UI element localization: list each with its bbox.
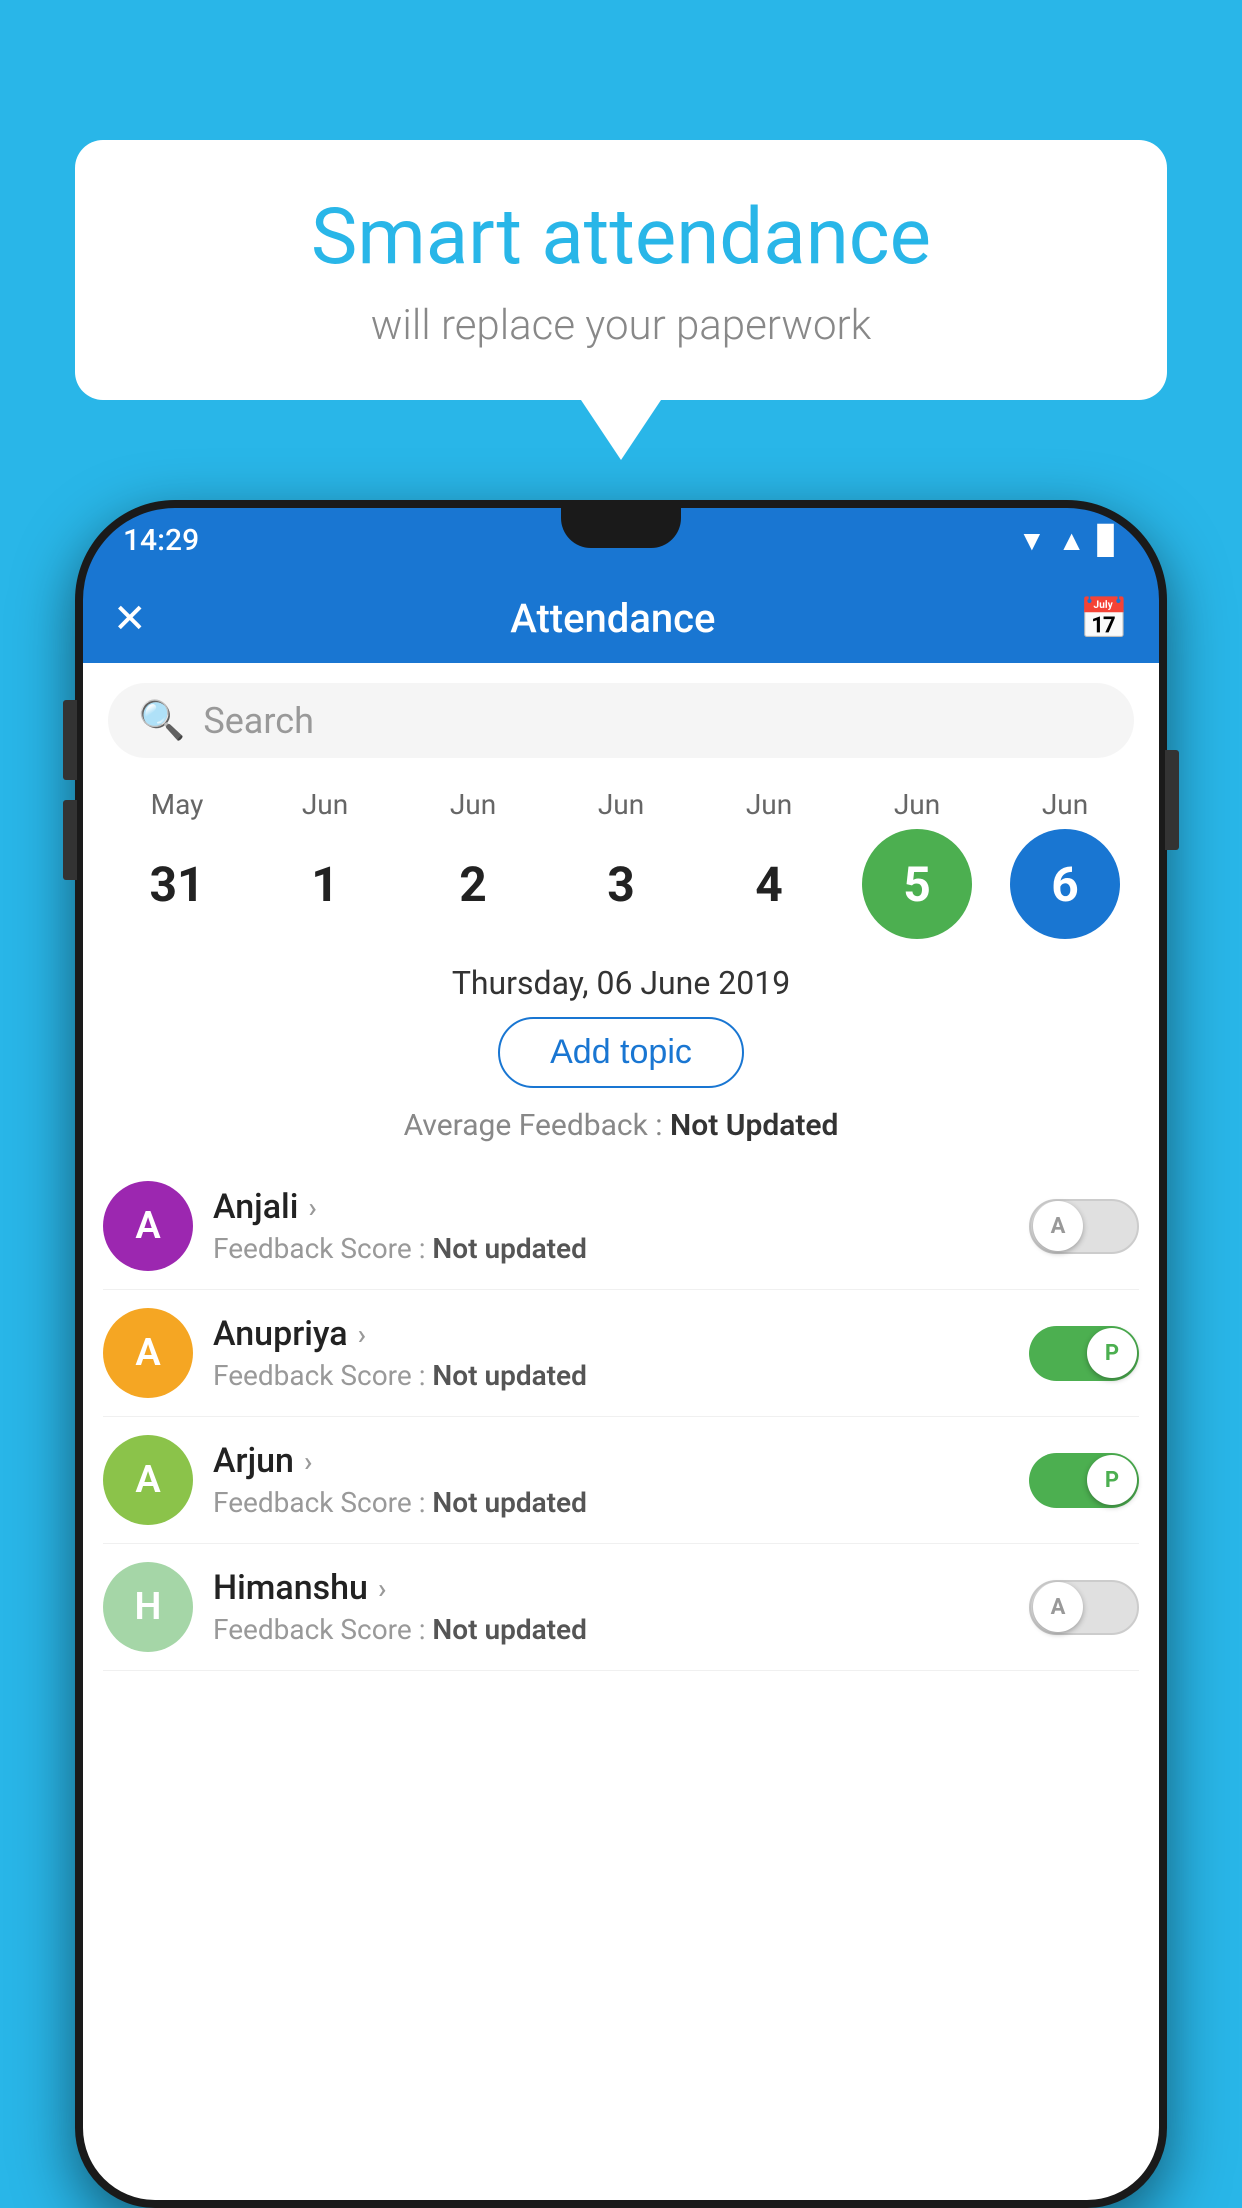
cal-date-label: 31 <box>122 829 232 939</box>
status-bar: 14:29 ▼ ▲ ▊ <box>83 508 1159 573</box>
phone-screen: 14:29 ▼ ▲ ▊ ✕ Attendance 📅 🔍 Search May 3… <box>83 508 1159 2200</box>
student-list: AAnjali ›Feedback Score : Not updatedAAA… <box>83 1163 1159 1671</box>
bubble-title: Smart attendance <box>135 195 1107 281</box>
attendance-toggle[interactable]: A <box>1029 1580 1139 1635</box>
phone-notch <box>561 508 681 548</box>
cal-month-label: Jun <box>598 788 644 821</box>
status-time: 14:29 <box>123 523 199 558</box>
student-avatar: A <box>103 1308 193 1398</box>
calendar-button[interactable]: 📅 <box>1079 595 1129 642</box>
cal-date-label: 4 <box>714 829 824 939</box>
wifi-icon: ▼ <box>1018 524 1046 557</box>
student-feedback-score: Feedback Score : Not updated <box>213 1486 1029 1519</box>
student-feedback-score: Feedback Score : Not updated <box>213 1232 1029 1265</box>
chevron-right-icon: › <box>358 1318 366 1351</box>
avg-feedback-value: Not Updated <box>670 1108 838 1143</box>
avg-feedback-label: Average Feedback : <box>404 1108 663 1143</box>
toggle-knob: P <box>1087 1455 1137 1505</box>
cal-date-label: 1 <box>270 829 380 939</box>
close-button[interactable]: ✕ <box>113 595 147 642</box>
bubble-subtitle: will replace your paperwork <box>135 301 1107 350</box>
cal-date-label: 2 <box>418 829 528 939</box>
add-topic-button[interactable]: Add topic <box>498 1017 744 1088</box>
phone-frame: 14:29 ▼ ▲ ▊ ✕ Attendance 📅 🔍 Search May 3… <box>75 500 1167 2208</box>
cal-day-1[interactable]: Jun 1 <box>255 788 395 939</box>
cal-month-label: Jun <box>894 788 940 821</box>
student-item: H Himanshu › Feedback Score : Not updatedA <box>103 1544 1139 1671</box>
attendance-toggle[interactable]: P <box>1029 1326 1139 1381</box>
search-placeholder: Search <box>203 700 314 742</box>
student-info: Arjun › Feedback Score : Not updated <box>213 1441 1029 1519</box>
student-feedback-score: Feedback Score : Not updated <box>213 1359 1029 1392</box>
cal-month-label: May <box>151 788 204 821</box>
chevron-right-icon: › <box>308 1191 316 1224</box>
bubble-tail <box>581 400 661 460</box>
cal-date-label: 6 <box>1010 829 1120 939</box>
student-info: Anupriya › Feedback Score : Not updated <box>213 1314 1029 1392</box>
student-item: A Arjun › Feedback Score : Not updated P <box>103 1417 1139 1544</box>
app-title: Attendance <box>167 595 1060 642</box>
speech-bubble: Smart attendance will replace your paper… <box>75 140 1167 400</box>
status-icons: ▼ ▲ ▊ <box>1018 524 1119 557</box>
student-item: A Anupriya › Feedback Score : Not updated P <box>103 1290 1139 1417</box>
volume-down-button[interactable] <box>63 800 77 880</box>
attendance-toggle[interactable]: A <box>1029 1199 1139 1254</box>
student-name[interactable]: Arjun › <box>213 1441 1029 1481</box>
calendar-strip: May 31 Jun 1 Jun 2 Jun 3 Jun 4 Jun 5 Jun 6 <box>83 778 1159 939</box>
student-name[interactable]: Anupriya › <box>213 1314 1029 1354</box>
toggle-knob: A <box>1033 1582 1083 1632</box>
attendance-toggle[interactable]: P <box>1029 1453 1139 1508</box>
signal-icon: ▲ <box>1058 524 1086 557</box>
cal-month-label: Jun <box>1042 788 1088 821</box>
student-item: AAnjali ›Feedback Score : Not updatedA <box>103 1163 1139 1290</box>
speech-bubble-container: Smart attendance will replace your paper… <box>75 140 1167 460</box>
student-avatar: A <box>103 1435 193 1525</box>
toggle-knob: A <box>1033 1201 1083 1251</box>
chevron-right-icon: › <box>304 1445 312 1478</box>
selected-date-label: Thursday, 06 June 2019 <box>83 939 1159 1017</box>
volume-up-button[interactable] <box>63 700 77 780</box>
avg-feedback: Average Feedback : Not Updated <box>83 1108 1159 1143</box>
cal-day-0[interactable]: May 31 <box>107 788 247 939</box>
cal-month-label: Jun <box>302 788 348 821</box>
cal-month-label: Jun <box>746 788 792 821</box>
app-bar: ✕ Attendance 📅 <box>83 573 1159 663</box>
search-icon: 🔍 <box>138 699 185 743</box>
cal-date-label: 3 <box>566 829 676 939</box>
cal-day-6[interactable]: Jun 6 <box>995 788 1135 939</box>
screen-content: 🔍 Search May 31 Jun 1 Jun 2 Jun 3 Jun 4 Jun 5 Jun 6 T… <box>83 663 1159 2200</box>
student-info: Himanshu › Feedback Score : Not updated <box>213 1568 1029 1646</box>
toggle-knob: P <box>1087 1328 1137 1378</box>
student-name[interactable]: Himanshu › <box>213 1568 1029 1608</box>
cal-date-label: 5 <box>862 829 972 939</box>
battery-icon: ▊ <box>1097 524 1119 557</box>
student-avatar: A <box>103 1181 193 1271</box>
cal-day-3[interactable]: Jun 3 <box>551 788 691 939</box>
search-bar[interactable]: 🔍 Search <box>108 683 1134 758</box>
cal-day-4[interactable]: Jun 4 <box>699 788 839 939</box>
student-avatar: H <box>103 1562 193 1652</box>
power-button[interactable] <box>1165 750 1179 850</box>
student-info: Anjali › Feedback Score : Not updated <box>213 1187 1029 1265</box>
cal-month-label: Jun <box>450 788 496 821</box>
student-name[interactable]: Anjali › <box>213 1187 1029 1227</box>
student-feedback-score: Feedback Score : Not updated <box>213 1613 1029 1646</box>
chevron-right-icon: › <box>378 1572 386 1605</box>
cal-day-5[interactable]: Jun 5 <box>847 788 987 939</box>
cal-day-2[interactable]: Jun 2 <box>403 788 543 939</box>
